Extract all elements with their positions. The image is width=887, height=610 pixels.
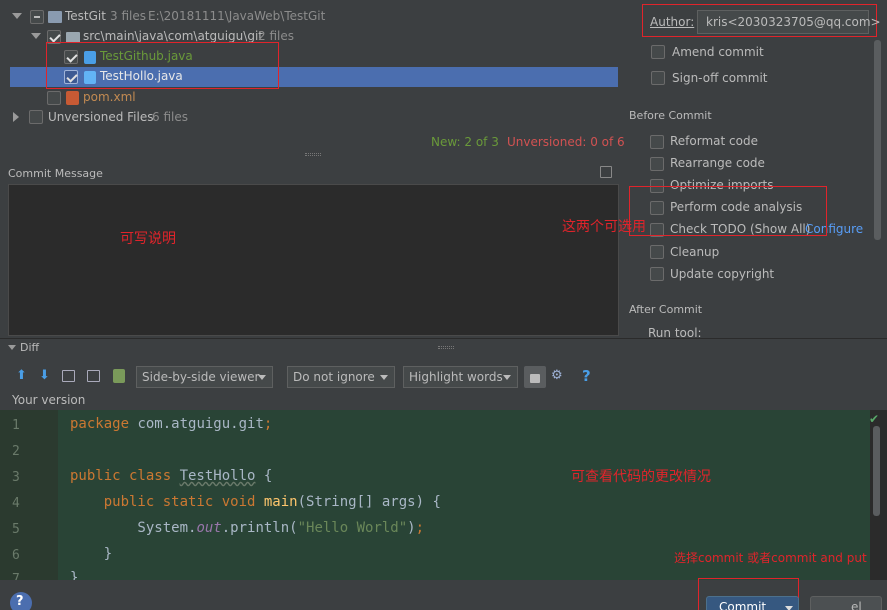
- cancel-button[interactable]: el: [810, 596, 882, 610]
- root-count: 3 files: [110, 9, 146, 23]
- status-new: New: 2 of 3: [431, 135, 499, 149]
- rearrange-code-label[interactable]: Rearrange code: [670, 156, 765, 170]
- package-count: 2 files: [258, 29, 294, 43]
- cleanup-label[interactable]: Cleanup: [670, 245, 719, 259]
- author-label: Author:: [650, 15, 695, 29]
- annotation-commit: 选择commit 或者commit and put: [674, 551, 867, 565]
- package-label: src\main\java\com\atguigu\git: [83, 29, 263, 43]
- chevron-down-icon: [503, 375, 511, 380]
- annotation-commit-message: 可写说明: [120, 231, 176, 247]
- viewer-dropdown-value: Side-by-side viewer: [142, 370, 260, 384]
- ignore-dropdown[interactable]: Do not ignore: [287, 366, 395, 388]
- unversioned-label: Unversioned Files: [48, 110, 154, 124]
- cleanup-checkbox[interactable]: [650, 245, 664, 259]
- diff-divider: [0, 338, 887, 339]
- line-number: 1: [12, 418, 20, 433]
- signoff-commit-checkbox[interactable]: [651, 71, 665, 85]
- commit-dropdown-icon[interactable]: [785, 606, 793, 610]
- diff-collapse-icon[interactable]: [8, 345, 16, 350]
- annotation-box-files: [46, 42, 279, 89]
- editor-scrollbar[interactable]: [873, 426, 880, 516]
- update-copyright-label[interactable]: Update copyright: [670, 267, 774, 281]
- bottom-help-text: ?: [16, 594, 24, 609]
- line-number: 7: [12, 572, 20, 580]
- line-number: 3: [12, 470, 20, 485]
- line-number: 4: [12, 496, 20, 511]
- commit-button-label: Commit: [719, 600, 767, 610]
- commit-message-input[interactable]: [8, 184, 619, 336]
- expand-root-icon[interactable]: [12, 13, 22, 19]
- lock-body-icon: [530, 374, 540, 383]
- your-version-label: Your version: [12, 393, 86, 407]
- file-pom[interactable]: pom.xml: [83, 90, 136, 104]
- ignore-dropdown-value: Do not ignore: [293, 370, 375, 384]
- expand-unversioned-icon[interactable]: [13, 112, 19, 122]
- chevron-down-icon: [258, 375, 266, 380]
- line-number: 5: [12, 522, 20, 537]
- diff-splitter-handle[interactable]: [438, 346, 454, 349]
- file-checkbox-pom[interactable]: [47, 91, 61, 105]
- chevron-down-icon: [380, 375, 388, 380]
- code-line-7: }: [70, 570, 79, 580]
- reformat-code-checkbox[interactable]: [650, 135, 664, 149]
- annotation-options: 这两个可选用: [562, 219, 646, 235]
- code-line-5: System.out.println("Hello World");: [70, 520, 425, 536]
- gear-icon[interactable]: ⚙: [551, 368, 563, 383]
- root-path: E:\20181111\JavaWeb\TestGit: [148, 9, 326, 23]
- update-copyright-checkbox[interactable]: [650, 267, 664, 281]
- unversioned-checkbox[interactable]: [29, 110, 43, 124]
- annotation-diff: 可查看代码的更改情况: [571, 469, 711, 485]
- reformat-code-label[interactable]: Reformat code: [670, 134, 758, 148]
- gutter: [0, 410, 58, 580]
- before-commit-heading: Before Commit: [629, 109, 712, 122]
- right-panel-scrollbar[interactable]: [874, 40, 881, 240]
- viewer-dropdown[interactable]: Side-by-side viewer: [136, 366, 273, 388]
- highlight-dropdown[interactable]: Highlight words: [403, 366, 518, 388]
- splitter-handle[interactable]: [305, 153, 321, 156]
- maven-file-icon: [66, 91, 79, 105]
- code-line-3: public class TestHollo {: [70, 468, 273, 484]
- author-value: kris<2030323705@qq.com>: [706, 15, 881, 29]
- status-unversioned: Unversioned: 0 of 6: [507, 135, 625, 149]
- code-line-1: package com.atguigu.git;: [70, 416, 273, 432]
- line-number: 6: [12, 548, 20, 563]
- unversioned-count: 6 files: [152, 110, 188, 124]
- root-checkbox[interactable]: [30, 10, 44, 24]
- expand-package-icon[interactable]: [31, 33, 41, 39]
- check-icon: ✔: [869, 412, 880, 426]
- code-line-6: }: [70, 546, 113, 562]
- prev-file-icon[interactable]: [62, 370, 75, 382]
- root-label: TestGit: [65, 9, 106, 23]
- history-icon[interactable]: [600, 166, 612, 178]
- highlight-dropdown-value: Highlight words: [409, 370, 503, 384]
- commit-button[interactable]: Commit: [706, 596, 799, 610]
- rearrange-code-checkbox[interactable]: [650, 157, 664, 171]
- next-diff-icon[interactable]: ⬇: [39, 368, 50, 383]
- annotation-box-options: [629, 186, 827, 236]
- module-icon: [48, 11, 62, 23]
- line-number: 2: [12, 444, 20, 459]
- amend-commit-checkbox[interactable]: [651, 45, 665, 59]
- commit-message-label: Commit Message: [8, 167, 103, 180]
- next-file-icon[interactable]: [87, 370, 100, 382]
- author-input[interactable]: kris<2030323705@qq.com>: [697, 10, 881, 34]
- signoff-commit-label[interactable]: Sign-off commit: [672, 71, 768, 85]
- diff-toolbar: ⬆ ⬇ Side-by-side viewer Do not ignore Hi…: [0, 364, 887, 390]
- help-icon[interactable]: ?: [582, 367, 591, 385]
- code-line-4: public static void main(String[] args) {: [70, 494, 441, 510]
- cancel-button-label: el: [851, 600, 862, 610]
- edit-source-icon[interactable]: [113, 369, 125, 383]
- diff-title: Diff: [20, 341, 40, 354]
- prev-diff-icon[interactable]: ⬆: [16, 368, 27, 383]
- amend-commit-label[interactable]: Amend commit: [672, 45, 764, 59]
- after-commit-heading: After Commit: [629, 303, 703, 316]
